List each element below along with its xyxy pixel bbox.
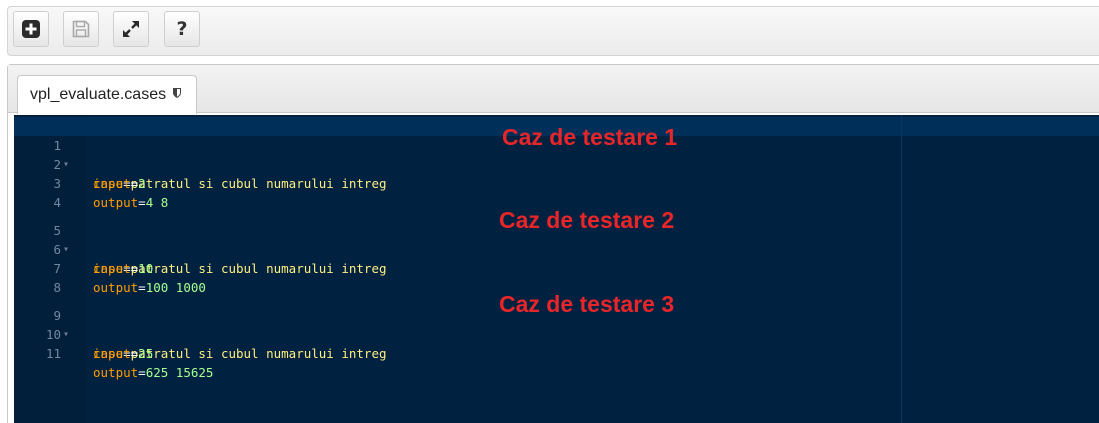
line-key: output	[93, 365, 139, 380]
code-line[interactable]: 11 output=625 15625	[14, 325, 1099, 380]
tab-label: vpl_evaluate.cases	[30, 86, 167, 103]
code-editor[interactable]: 1 ▾ case=patratul si cubul numarului int…	[14, 115, 1099, 423]
line-value: patratul si cubul numarului intreg	[130, 346, 387, 361]
add-button[interactable]	[13, 11, 49, 47]
code-line[interactable]: 3 output=4 8	[14, 155, 1099, 210]
expand-arrows-icon	[123, 21, 139, 37]
code-line[interactable]: 7 output=100 1000	[14, 240, 1099, 295]
help-button[interactable]: ?	[164, 11, 200, 47]
code-line[interactable]: 8	[14, 259, 1099, 295]
test-case-annotation-2: Caz de testare 2	[499, 207, 675, 233]
fullscreen-button[interactable]	[113, 11, 149, 47]
tab-vpl-evaluate-cases[interactable]: vpl_evaluate.cases	[17, 75, 198, 114]
save-button[interactable]	[63, 11, 99, 47]
plus-square-icon	[22, 20, 40, 38]
tab-bar: vpl_evaluate.cases	[8, 65, 1099, 114]
floppy-disk-icon	[72, 20, 90, 38]
line-value: 25	[138, 346, 154, 361]
line-value: 625 15625	[145, 365, 214, 380]
test-case-annotation-3: Caz de testare 3	[499, 291, 675, 317]
test-case-annotation-1: Caz de testare 1	[502, 124, 678, 150]
line-number: 11	[45, 346, 61, 361]
line-key: input	[93, 346, 131, 361]
toolbar: ?	[0, 0, 1099, 62]
shield-icon	[172, 86, 182, 104]
question-mark-icon: ?	[176, 18, 188, 40]
code-line[interactable]: 4	[14, 174, 1099, 210]
